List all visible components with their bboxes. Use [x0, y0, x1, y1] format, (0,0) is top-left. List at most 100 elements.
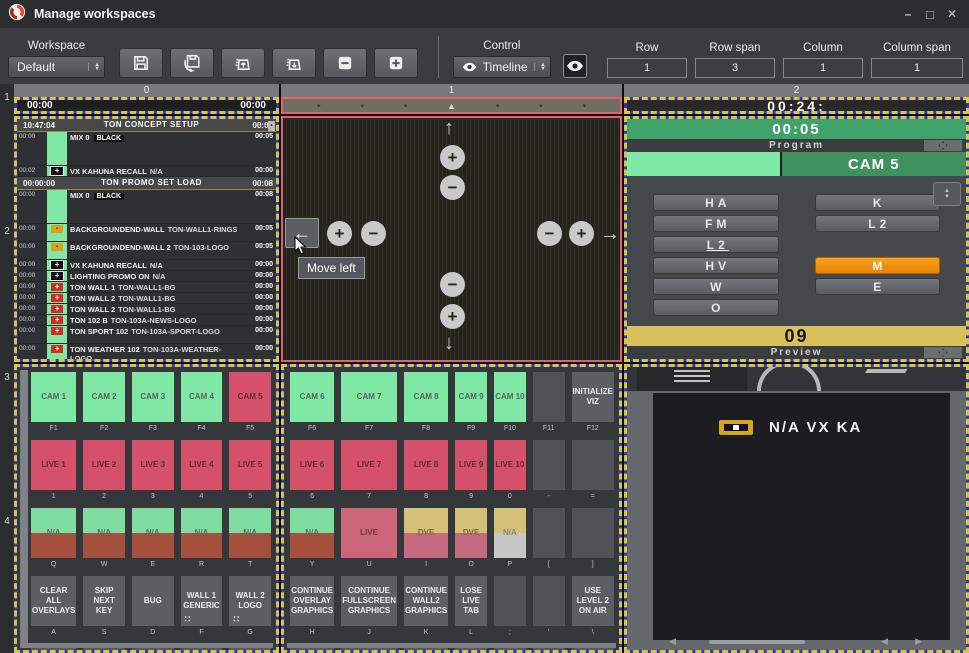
- rundown-row[interactable]: 00:00 VX KAHUNA RECALLN/A 00:00: [17, 260, 276, 271]
- detach-icon[interactable]: [924, 140, 962, 151]
- export-workspace-button[interactable]: [272, 48, 316, 78]
- shotbox-button[interactable]: N/A: [290, 508, 334, 558]
- shotbox-button[interactable]: CAM 8: [404, 372, 448, 422]
- shotbox-button[interactable]: CAM 2: [83, 372, 125, 422]
- rundown-row[interactable]: 00:00 BACKGROUNDEND-WALL 2TON-103-LOGO 0…: [17, 242, 276, 260]
- shotbox-button[interactable]: N/A: [31, 508, 76, 558]
- page-next-icon[interactable]: [915, 636, 922, 647]
- rundown-row[interactable]: 00:02 VX KAHUNA RECALLN/A 00:00: [17, 166, 276, 177]
- edit-icon[interactable]: [855, 369, 908, 391]
- shotbox-button[interactable]: USE LEVEL 2 ON AIR: [572, 576, 614, 626]
- horizontal-scrollbar[interactable]: [20, 643, 273, 648]
- rundown-row[interactable]: 00:00 TON 102 BTON-103A-NEWS-LOGO 00:00: [17, 315, 276, 326]
- maximize-button[interactable]: [921, 7, 939, 22]
- shotbox-button[interactable]: BUG: [132, 576, 174, 626]
- row-span-input[interactable]: 3: [695, 58, 775, 78]
- shotbox-button[interactable]: [533, 372, 565, 422]
- program-clock-cell[interactable]: 00:24:: [624, 97, 969, 114]
- shotbox-button[interactable]: N/A: [494, 508, 526, 558]
- minimize-button[interactable]: [899, 7, 917, 22]
- shotbox-button[interactable]: [494, 576, 526, 626]
- keyer-button[interactable]: M: [815, 257, 941, 274]
- nudge-up-icon[interactable]: [444, 118, 454, 138]
- shotbox-button[interactable]: [533, 576, 565, 626]
- rundown-row[interactable]: 00:00:00 TON PROMO SET LOAD 00:08: [17, 177, 276, 190]
- expand-right-button[interactable]: [569, 221, 594, 246]
- workspace-dropdown[interactable]: Default ▲▼: [8, 56, 105, 78]
- shotbox-button[interactable]: LIVE 8: [404, 440, 448, 490]
- program-panel-cell[interactable]: 00:05 Program CAM 5 ▲▼ HA K FM L2 L2: [624, 116, 969, 362]
- close-button[interactable]: [943, 7, 961, 22]
- remove-row-column-button[interactable]: [323, 48, 367, 78]
- program-source-bar[interactable]: [627, 152, 780, 176]
- row-input[interactable]: 1: [607, 58, 687, 78]
- shotbox-button[interactable]: CAM 5: [229, 372, 271, 422]
- expand-down-button[interactable]: [440, 304, 465, 329]
- shotbox-button[interactable]: LIVE 3: [132, 440, 174, 490]
- shrink-down-button[interactable]: [440, 272, 465, 297]
- shotbox-button[interactable]: CONTINUE FULLSCREEN GRAPHICS: [341, 576, 397, 626]
- shotbox-button[interactable]: LIVE 4: [181, 440, 223, 490]
- shotbox-left-cell[interactable]: CAM 1 F1 CAM 2 F2 CAM 3 F3 CAM 4 F4: [14, 364, 279, 653]
- rundown-row[interactable]: 00:00 TON WEATHER 102TON-103A-WEATHER-LO…: [17, 344, 276, 359]
- shotbox-right-cell[interactable]: CAM 6 F6 CAM 7 F7 CAM 8 F8 CAM 9 F9: [281, 364, 622, 653]
- shrink-up-button[interactable]: [440, 175, 465, 200]
- shotbox-button[interactable]: LIVE 10: [494, 440, 526, 490]
- shotbox-button[interactable]: WALL 1 GENERIC: [181, 576, 223, 626]
- keyer-button[interactable]: K: [815, 194, 941, 211]
- shrink-left-button[interactable]: [361, 221, 386, 246]
- expand-left-button[interactable]: [327, 221, 352, 246]
- keyer-button[interactable]: FM: [653, 215, 779, 232]
- keyer-button[interactable]: L2: [815, 215, 941, 232]
- rundown-row[interactable]: 00:00 MIX 0BLACK 00:08: [17, 190, 276, 224]
- nudge-down-icon[interactable]: [444, 333, 454, 353]
- program-source-label[interactable]: CAM 5: [782, 152, 966, 176]
- keyer-button[interactable]: W: [653, 278, 779, 295]
- control-dropdown[interactable]: Timeline ▲▼: [453, 56, 551, 78]
- shotbox-button[interactable]: SKIP NEXT KEY: [83, 576, 125, 626]
- keyer-button[interactable]: E: [815, 278, 941, 295]
- column-span-input[interactable]: 1: [871, 58, 963, 78]
- search-icon[interactable]: [757, 367, 821, 391]
- viz-preview-screen[interactable]: N/A VX KA: [653, 393, 950, 640]
- page-previous-icon[interactable]: [881, 636, 888, 647]
- expand-up-button[interactable]: [440, 145, 465, 170]
- keyer-button[interactable]: L2: [653, 236, 779, 253]
- rundown-row[interactable]: 00:00 TON WALL 2TON-WALL1-BG 00:00: [17, 304, 276, 315]
- shotbox-button[interactable]: CAM 9: [455, 372, 487, 422]
- shotbox-button[interactable]: LIVE: [341, 508, 397, 558]
- shotbox-button[interactable]: LOSE LIVE TAB: [455, 576, 487, 626]
- rundown-scrollbar[interactable]: [268, 121, 275, 131]
- shotbox-button[interactable]: CLEAR ALL OVERLAYS: [31, 576, 76, 626]
- fader-scale-cell[interactable]: [281, 97, 622, 114]
- shotbox-button[interactable]: [572, 440, 614, 490]
- rundown-row[interactable]: 00:00 LIGHTING PROMO ONN/A 00:00: [17, 271, 276, 282]
- rundown-row[interactable]: 00:00 TON SPORT 102TON-103A-SPORT-LOGO 0…: [17, 326, 276, 344]
- rundown-row[interactable]: 00:00 MIX 0BLACK 00:05: [17, 132, 276, 166]
- viz-panel-cell[interactable]: N/A VX KA: [624, 364, 969, 653]
- shotbox-button[interactable]: DVE: [455, 508, 487, 558]
- rundown-clock-cell[interactable]: 00:00 00:00: [14, 97, 279, 114]
- shotbox-button[interactable]: LIVE 5: [229, 440, 271, 490]
- shotbox-button[interactable]: DVE: [404, 508, 448, 558]
- save-workspace-as-button[interactable]: [170, 48, 214, 78]
- scroll-left-icon[interactable]: [669, 636, 676, 647]
- shotbox-button[interactable]: CAM 1: [31, 372, 76, 422]
- detach-icon[interactable]: [924, 347, 962, 358]
- shotbox-button[interactable]: CONTINUE OVERLAY GRAPHICS: [290, 576, 334, 626]
- save-workspace-button[interactable]: [119, 48, 163, 78]
- shotbox-button[interactable]: LIVE 6: [290, 440, 334, 490]
- shotbox-button[interactable]: LIVE 2: [83, 440, 125, 490]
- shotbox-button[interactable]: [572, 508, 614, 558]
- shotbox-button[interactable]: WALL 2 LOGO: [229, 576, 271, 626]
- shotbox-button[interactable]: [533, 440, 565, 490]
- shotbox-button[interactable]: N/A: [181, 508, 223, 558]
- shotbox-button[interactable]: LIVE 9: [455, 440, 487, 490]
- menu-tab[interactable]: [637, 367, 747, 391]
- column-input[interactable]: 1: [783, 58, 863, 78]
- shotbox-button[interactable]: LIVE 7: [341, 440, 397, 490]
- shotbox-button[interactable]: N/A: [229, 508, 271, 558]
- rundown-row[interactable]: 00:00 TON WALL 2TON-WALL1-BG 00:00: [17, 293, 276, 304]
- shotbox-button[interactable]: N/A: [132, 508, 174, 558]
- shotbox-button[interactable]: LIVE 1: [31, 440, 76, 490]
